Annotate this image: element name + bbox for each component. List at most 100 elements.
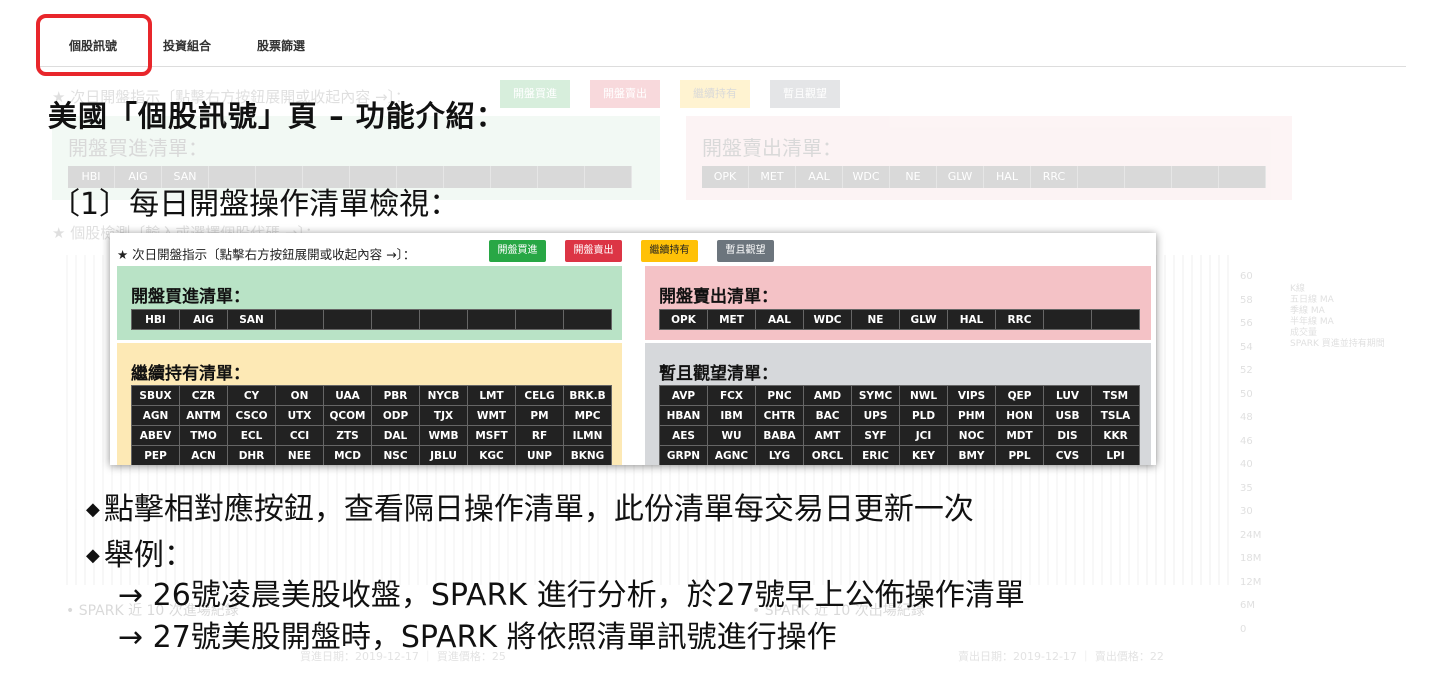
- ticker-cell[interactable]: IBM: [707, 405, 756, 426]
- ticker-cell[interactable]: BMY: [947, 445, 996, 465]
- ticker-cell[interactable]: MET: [707, 309, 756, 330]
- ticker-cell[interactable]: USB: [1043, 405, 1092, 426]
- ticker-cell[interactable]: AIG: [179, 309, 228, 330]
- ticker-cell[interactable]: NSC: [371, 445, 420, 465]
- ticker-cell[interactable]: HON: [995, 405, 1044, 426]
- ticker-cell[interactable]: GRPN: [659, 445, 708, 465]
- ticker-cell[interactable]: DAL: [371, 425, 420, 446]
- ticker-cell[interactable]: UTX: [275, 405, 324, 426]
- ticker-cell[interactable]: NE: [851, 309, 900, 330]
- ticker-cell[interactable]: LUV: [1043, 385, 1092, 406]
- ticker-cell[interactable]: RRC: [995, 309, 1044, 330]
- ticker-cell[interactable]: LPI: [1091, 445, 1140, 465]
- ticker-cell[interactable]: RF: [515, 425, 564, 446]
- ticker-cell[interactable]: ECL: [227, 425, 276, 446]
- hold-list-button[interactable]: 繼續持有: [641, 240, 698, 262]
- ticker-cell[interactable]: TJX: [419, 405, 468, 426]
- ticker-cell[interactable]: WDC: [803, 309, 852, 330]
- ticker-cell[interactable]: PLD: [899, 405, 948, 426]
- ticker-cell[interactable]: OPK: [659, 309, 708, 330]
- ticker-cell[interactable]: AGN: [131, 405, 180, 426]
- ticker-cell[interactable]: CCI: [275, 425, 324, 446]
- bg-buy-button: 開盤買進: [500, 80, 570, 108]
- ticker-cell[interactable]: CHTR: [755, 405, 804, 426]
- ticker-cell[interactable]: ERIC: [851, 445, 900, 465]
- ticker-cell[interactable]: NEE: [275, 445, 324, 465]
- ticker-cell[interactable]: DHR: [227, 445, 276, 465]
- tab-portfolio[interactable]: 投資組合: [163, 26, 211, 66]
- ticker-cell[interactable]: QCOM: [323, 405, 372, 426]
- ticker-cell[interactable]: BRK.B: [563, 385, 612, 406]
- empty-ticker-cell: [323, 309, 372, 330]
- ticker-cell[interactable]: ODP: [371, 405, 420, 426]
- ticker-cell[interactable]: BAC: [803, 405, 852, 426]
- ticker-cell[interactable]: TSLA: [1091, 405, 1140, 426]
- ticker-cell[interactable]: SBUX: [131, 385, 180, 406]
- ticker-cell[interactable]: AMD: [803, 385, 852, 406]
- ticker-cell[interactable]: HBI: [131, 309, 180, 330]
- ticker-cell[interactable]: CELG: [515, 385, 564, 406]
- ticker-cell[interactable]: BKNG: [563, 445, 612, 465]
- ticker-cell[interactable]: PM: [515, 405, 564, 426]
- ticker-cell[interactable]: KEY: [899, 445, 948, 465]
- ticker-cell[interactable]: AGNC: [707, 445, 756, 465]
- ticker-cell[interactable]: NOC: [947, 425, 996, 446]
- ticker-cell[interactable]: PBR: [371, 385, 420, 406]
- ticker-cell[interactable]: MSFT: [467, 425, 516, 446]
- ticker-cell[interactable]: AVP: [659, 385, 708, 406]
- bg-ticker-cell: OPK: [702, 166, 749, 188]
- ticker-cell[interactable]: QEP: [995, 385, 1044, 406]
- ticker-cell[interactable]: UNP: [515, 445, 564, 465]
- ticker-cell[interactable]: ABEV: [131, 425, 180, 446]
- ticker-cell[interactable]: NYCB: [419, 385, 468, 406]
- ticker-cell[interactable]: CSCO: [227, 405, 276, 426]
- sell-list-button[interactable]: 開盤賣出: [565, 240, 622, 262]
- ticker-cell[interactable]: ACN: [179, 445, 228, 465]
- ticker-cell[interactable]: ZTS: [323, 425, 372, 446]
- tab-stock-screener[interactable]: 股票篩選: [257, 26, 305, 66]
- ticker-cell[interactable]: SYMC: [851, 385, 900, 406]
- ticker-cell[interactable]: JCI: [899, 425, 948, 446]
- ticker-cell[interactable]: ON: [275, 385, 324, 406]
- ticker-cell[interactable]: PPL: [995, 445, 1044, 465]
- ticker-cell[interactable]: MDT: [995, 425, 1044, 446]
- watch-list-button[interactable]: 暫且觀望: [717, 240, 774, 262]
- ticker-cell[interactable]: HBAN: [659, 405, 708, 426]
- ticker-cell[interactable]: AES: [659, 425, 708, 446]
- ticker-cell[interactable]: CY: [227, 385, 276, 406]
- ticker-cell[interactable]: WMB: [419, 425, 468, 446]
- ticker-cell[interactable]: KGC: [467, 445, 516, 465]
- ticker-cell[interactable]: WMT: [467, 405, 516, 426]
- ticker-cell[interactable]: ILMN: [563, 425, 612, 446]
- ticker-cell[interactable]: AMT: [803, 425, 852, 446]
- ticker-cell[interactable]: PNC: [755, 385, 804, 406]
- ticker-cell[interactable]: CZR: [179, 385, 228, 406]
- ticker-cell[interactable]: MCD: [323, 445, 372, 465]
- ticker-cell[interactable]: HAL: [947, 309, 996, 330]
- ticker-cell[interactable]: BABA: [755, 425, 804, 446]
- ticker-cell[interactable]: NWL: [899, 385, 948, 406]
- ticker-cell[interactable]: CVS: [1043, 445, 1092, 465]
- ticker-cell[interactable]: GLW: [899, 309, 948, 330]
- ticker-cell[interactable]: VIPS: [947, 385, 996, 406]
- ticker-cell[interactable]: WU: [707, 425, 756, 446]
- ticker-cell[interactable]: ORCL: [803, 445, 852, 465]
- ticker-cell[interactable]: LMT: [467, 385, 516, 406]
- ticker-cell[interactable]: AAL: [755, 309, 804, 330]
- ticker-cell[interactable]: PEP: [131, 445, 180, 465]
- ticker-cell[interactable]: PHM: [947, 405, 996, 426]
- ticker-cell[interactable]: MPC: [563, 405, 612, 426]
- ticker-cell[interactable]: KKR: [1091, 425, 1140, 446]
- ticker-cell[interactable]: DIS: [1043, 425, 1092, 446]
- ticker-cell[interactable]: SYF: [851, 425, 900, 446]
- buy-list-button[interactable]: 開盤買進: [489, 240, 546, 262]
- ticker-cell[interactable]: ANTM: [179, 405, 228, 426]
- ticker-cell[interactable]: UPS: [851, 405, 900, 426]
- ticker-cell[interactable]: UAA: [323, 385, 372, 406]
- ticker-cell[interactable]: LYG: [755, 445, 804, 465]
- ticker-cell[interactable]: FCX: [707, 385, 756, 406]
- ticker-cell[interactable]: SAN: [227, 309, 276, 330]
- ticker-cell[interactable]: TMO: [179, 425, 228, 446]
- ticker-cell[interactable]: TSM: [1091, 385, 1140, 406]
- ticker-cell[interactable]: JBLU: [419, 445, 468, 465]
